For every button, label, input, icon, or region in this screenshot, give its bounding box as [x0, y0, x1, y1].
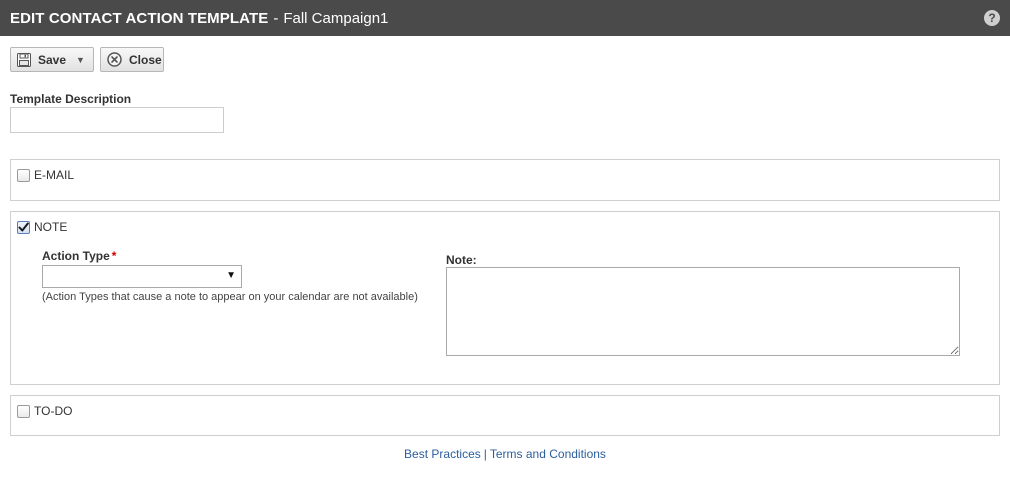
close-button[interactable]: Close	[100, 47, 164, 72]
note-checkbox[interactable]	[17, 220, 30, 234]
toolbar: Save ▼ Close	[10, 47, 164, 72]
todo-section: TO-DO	[10, 395, 1000, 436]
email-checkbox[interactable]	[17, 168, 30, 182]
email-section: E-MAIL	[10, 159, 1000, 201]
template-description-input[interactable]	[10, 107, 224, 133]
template-description-label: Template Description	[10, 92, 132, 106]
terms-link[interactable]: Terms and Conditions	[490, 447, 606, 461]
caret-down-icon[interactable]: ▼	[76, 55, 85, 65]
email-section-header: E-MAIL	[17, 168, 74, 182]
title-separator: -	[273, 9, 279, 27]
best-practices-link[interactable]: Best Practices	[404, 447, 481, 461]
email-label: E-MAIL	[34, 168, 75, 182]
action-type-label: Action Type *	[42, 249, 116, 263]
campaign-name: Fall Campaign1	[283, 9, 389, 27]
page-title: EDIT CONTACT ACTION TEMPLATE	[10, 9, 269, 27]
note-section-header: NOTE	[17, 220, 67, 234]
note-label: NOTE	[34, 220, 68, 234]
title-bar: EDIT CONTACT ACTION TEMPLATE - Fall Camp…	[0, 0, 1010, 36]
close-circle-icon	[107, 52, 122, 67]
action-type-hint: (Action Types that cause a note to appea…	[42, 291, 418, 303]
dropdown-arrow-icon: ▼	[226, 270, 236, 281]
save-button[interactable]: Save ▼	[10, 47, 94, 72]
note-textarea[interactable]	[446, 267, 960, 356]
todo-section-header: TO-DO	[17, 404, 72, 418]
footer-links: Best Practices | Terms and Conditions	[0, 447, 1010, 461]
action-type-select[interactable]: ▼	[42, 265, 242, 288]
todo-checkbox[interactable]	[17, 404, 30, 418]
checkmark-icon	[18, 222, 29, 231]
help-icon[interactable]: ?	[984, 10, 1000, 26]
note-field-label: Note:	[446, 253, 477, 267]
footer-separator: |	[483, 447, 487, 461]
floppy-disk-icon	[17, 52, 31, 67]
todo-label: TO-DO	[34, 404, 73, 418]
save-button-label: Save	[38, 52, 67, 67]
close-button-label: Close	[129, 52, 162, 67]
required-marker: *	[111, 249, 117, 263]
action-type-label-text: Action Type	[42, 249, 110, 263]
note-section: NOTE Action Type * ▼ (Action Types that c…	[10, 211, 1000, 385]
